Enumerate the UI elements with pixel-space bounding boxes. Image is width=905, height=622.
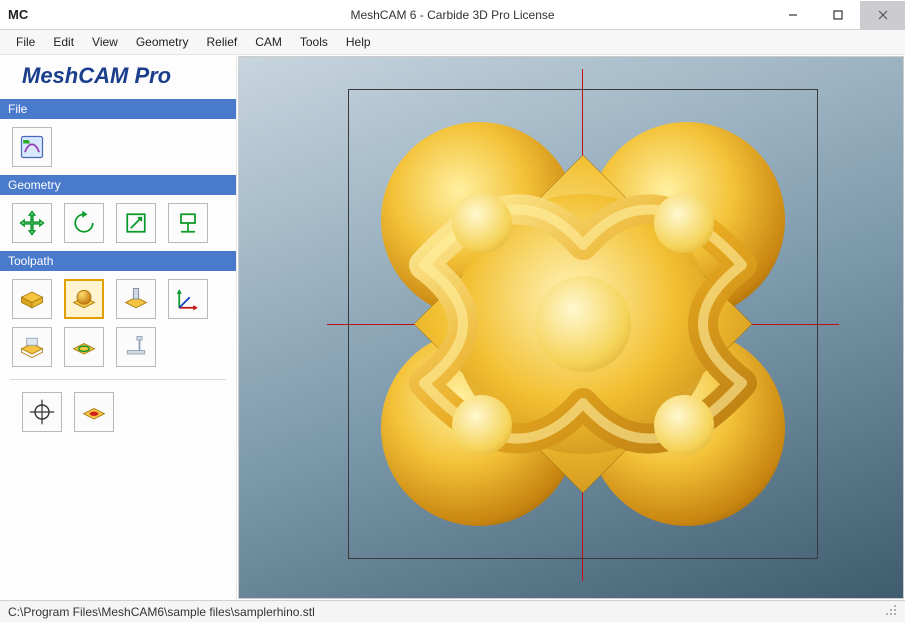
resize-grip-icon[interactable] <box>885 604 897 619</box>
statusbar: C:\Program Files\MeshCAM6\sample files\s… <box>0 600 905 622</box>
crosshair-icon <box>28 398 56 426</box>
move-icon <box>18 209 46 237</box>
viewport[interactable] <box>238 56 904 599</box>
menu-help[interactable]: Help <box>338 32 379 52</box>
sidebar: MeshCAM Pro File Geometry <box>0 55 237 600</box>
keep-out-icon <box>70 333 98 361</box>
axes-icon <box>174 285 202 313</box>
target-button[interactable] <box>22 392 62 432</box>
scale-icon <box>122 209 150 237</box>
set-origin-icon <box>174 209 202 237</box>
menu-file[interactable]: File <box>8 32 43 52</box>
menubar: File Edit View Geometry Relief CAM Tools… <box>0 30 905 55</box>
probe-button[interactable] <box>116 327 156 367</box>
open-file-button[interactable] <box>12 127 52 167</box>
close-button[interactable] <box>860 1 905 29</box>
toolpath-buttons-row1 <box>0 271 236 327</box>
machine-region-button[interactable] <box>12 327 52 367</box>
menu-geometry[interactable]: Geometry <box>128 32 197 52</box>
section-file-header: File <box>0 99 236 119</box>
rotate-button[interactable] <box>64 203 104 243</box>
shaded-view-button[interactable] <box>64 279 104 319</box>
toolpath-buttons-row2 <box>0 327 236 375</box>
window-controls <box>770 1 905 29</box>
axes-button[interactable] <box>168 279 208 319</box>
stock-icon <box>18 285 46 313</box>
record-icon <box>80 398 108 426</box>
menu-view[interactable]: View <box>84 32 126 52</box>
rotate-icon <box>70 209 98 237</box>
section-geometry-header: Geometry <box>0 175 236 195</box>
set-origin-button[interactable] <box>168 203 208 243</box>
brand-label: MeshCAM Pro <box>0 55 236 99</box>
maximize-button[interactable] <box>815 1 860 29</box>
titlebar: MC MeshCAM 6 - Carbide 3D Pro License <box>0 0 905 30</box>
shaded-view-icon <box>70 285 98 313</box>
probe-icon <box>122 333 150 361</box>
record-toolpath-button[interactable] <box>74 392 114 432</box>
section-toolpath-header: Toolpath <box>0 251 236 271</box>
move-button[interactable] <box>12 203 52 243</box>
stock-button[interactable] <box>12 279 52 319</box>
tool-icon <box>122 285 150 313</box>
menu-relief[interactable]: Relief <box>199 32 246 52</box>
status-path: C:\Program Files\MeshCAM6\sample files\s… <box>8 605 315 619</box>
menu-cam[interactable]: CAM <box>247 32 290 52</box>
open-file-icon <box>18 133 46 161</box>
toolpath-buttons-row3 <box>10 379 226 440</box>
tool-library-button[interactable] <box>116 279 156 319</box>
content-area: MeshCAM Pro File Geometry <box>0 55 905 600</box>
scale-button[interactable] <box>116 203 156 243</box>
file-buttons <box>0 119 236 175</box>
app-icon: MC <box>8 7 28 22</box>
minimize-button[interactable] <box>770 1 815 29</box>
geometry-buttons <box>0 195 236 251</box>
model-3d <box>364 105 802 543</box>
window-title: MeshCAM 6 - Carbide 3D Pro License <box>350 8 554 22</box>
machine-region-icon <box>18 333 46 361</box>
menu-edit[interactable]: Edit <box>45 32 82 52</box>
menu-tools[interactable]: Tools <box>292 32 336 52</box>
keep-out-button[interactable] <box>64 327 104 367</box>
